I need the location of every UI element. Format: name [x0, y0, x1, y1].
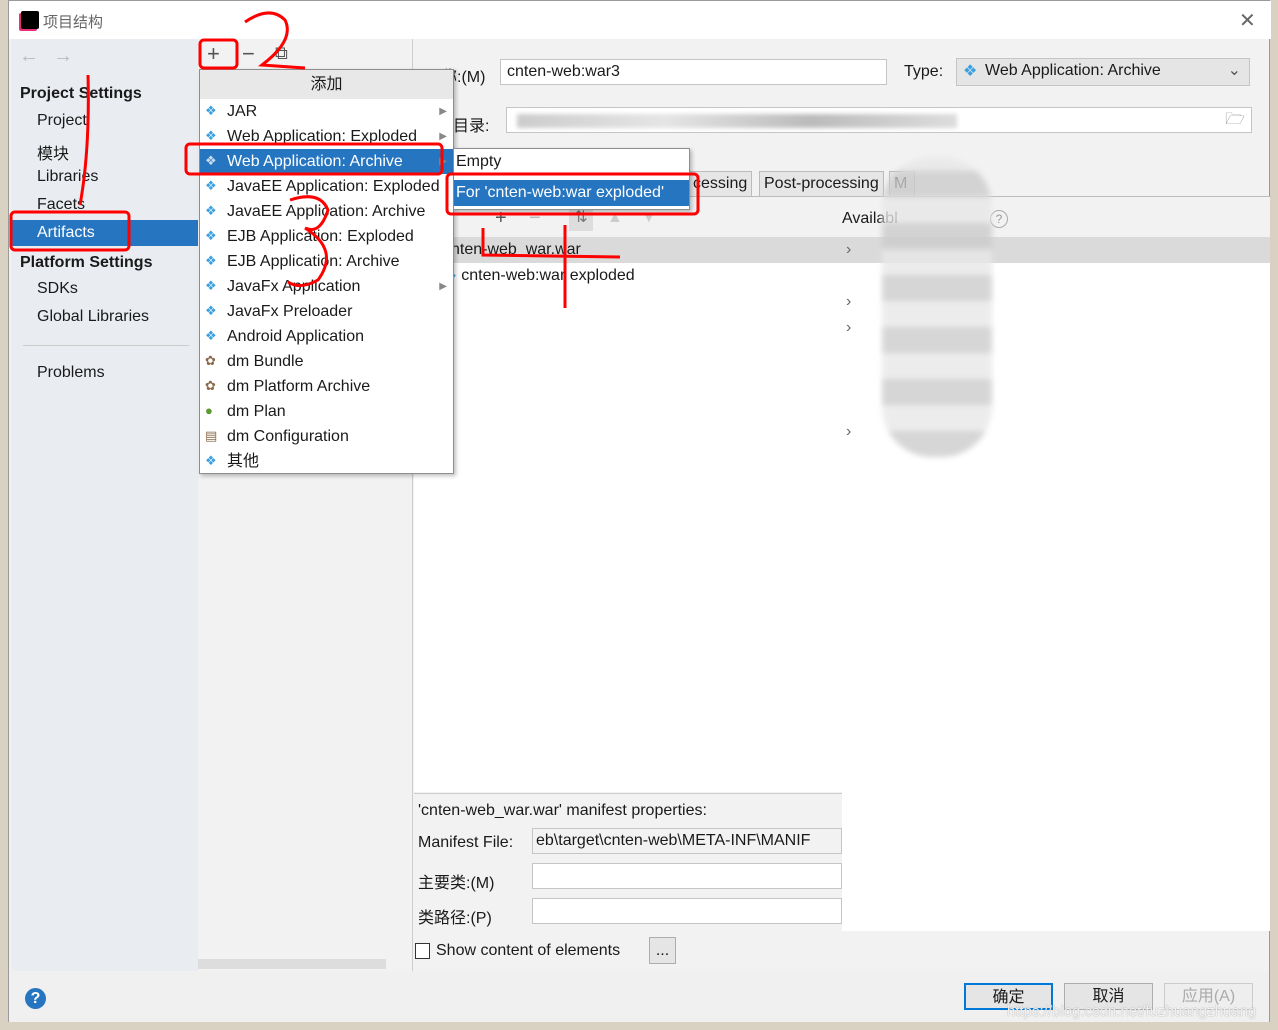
annotation-2 — [244, 11, 306, 70]
annotation-4 — [481, 225, 621, 308]
annotation-box-archive — [184, 142, 444, 176]
annotation-box-artifacts — [9, 210, 131, 252]
red-annotations — [9, 11, 700, 308]
annotation-3 — [287, 195, 330, 287]
annotation-box-for-exploded — [445, 172, 700, 216]
annotation-box-add — [198, 38, 239, 70]
annotation-1 — [78, 74, 90, 206]
